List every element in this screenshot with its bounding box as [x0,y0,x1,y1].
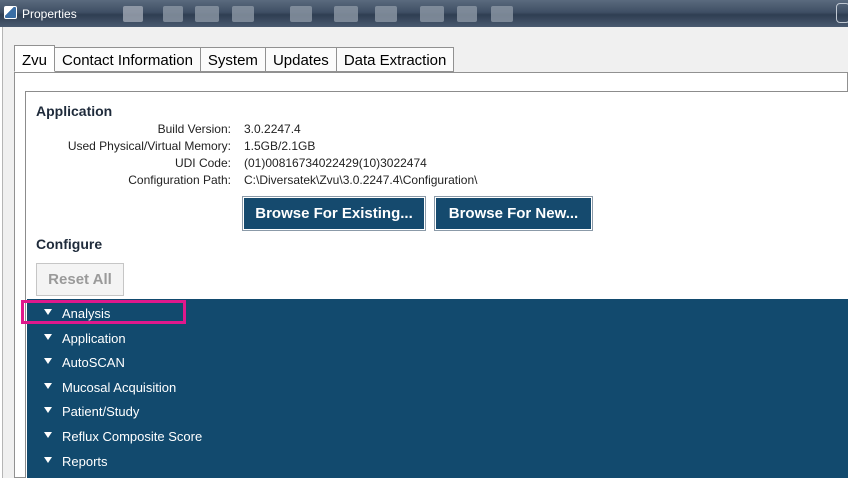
window-title: Properties [22,7,77,21]
expand-triangle-icon [44,383,52,389]
list-item-application[interactable]: Application [27,326,848,350]
camera-icon[interactable] [195,6,219,22]
config-path-value: C:\Diversatek\Zvu\3.0.2247.4\Configurati… [244,173,478,187]
list-item-autoscan[interactable]: AutoSCAN [27,350,848,374]
list-item-label: AutoSCAN [62,355,125,370]
configure-list: Analysis Application AutoSCAN Mucosal Ac… [27,299,848,478]
udi-label: UDI Code: [174,156,231,170]
build-version-label: Build Version: [157,122,231,136]
expand-triangle-icon [44,457,52,463]
image-icon[interactable] [232,6,254,22]
title-bar: Properties [0,0,848,27]
expand-triangle-icon [44,407,52,413]
tab-bar: Zvu Contact Information System Updates D… [14,45,455,72]
window-control-button[interactable] [836,3,848,23]
browse-new-button[interactable]: Browse For New... [434,196,593,231]
table-icon[interactable] [334,6,358,22]
expand-triangle-icon [44,334,52,340]
list-item-label: Reflux Composite Score [62,429,203,444]
udi-value: (01)00816734022429(10)3022474 [244,156,427,170]
list-item-reports[interactable]: Reports [27,449,848,473]
window-icon [4,6,17,19]
tab-data-extraction[interactable]: Data Extraction [336,47,455,72]
list-item-label: Patient/Study [62,404,140,419]
record-icon[interactable] [290,6,312,22]
expand-triangle-icon [44,432,52,438]
build-version-value: 3.0.2247.4 [244,122,301,136]
list-item-label: Application [62,331,126,346]
page-icon[interactable] [420,6,444,22]
memory-value: 1.5GB/2.1GB [244,139,316,153]
tab-zvu[interactable]: Zvu [14,45,56,72]
config-path-label: Configuration Path: [128,173,231,187]
expand-triangle-icon [44,358,52,364]
list-item-patient-study[interactable]: Patient/Study [27,399,848,423]
browse-existing-button[interactable]: Browse For Existing... [242,196,426,231]
list-item-reflux-composite-score[interactable]: Reflux Composite Score [27,424,848,448]
tab-contact-information[interactable]: Contact Information [55,47,201,72]
tab-system[interactable]: System [200,47,266,72]
report-icon[interactable] [375,6,397,22]
list-item-mucosal-acquisition[interactable]: Mucosal Acquisition [27,375,848,399]
reset-all-button: Reset All [36,263,124,296]
highlight-box [21,300,186,324]
list-item-label: Reports [62,454,108,469]
document-icon[interactable] [491,6,513,22]
search-icon[interactable] [457,6,477,22]
list-item-label: Mucosal Acquisition [62,380,177,395]
configure-heading: Configure [36,236,103,252]
tab-updates[interactable]: Updates [265,47,337,72]
grid-icon[interactable] [163,6,183,22]
application-heading: Application [36,103,113,119]
memory-label: Used Physical/Virtual Memory: [67,139,231,153]
bar-chart-icon[interactable] [123,6,143,22]
